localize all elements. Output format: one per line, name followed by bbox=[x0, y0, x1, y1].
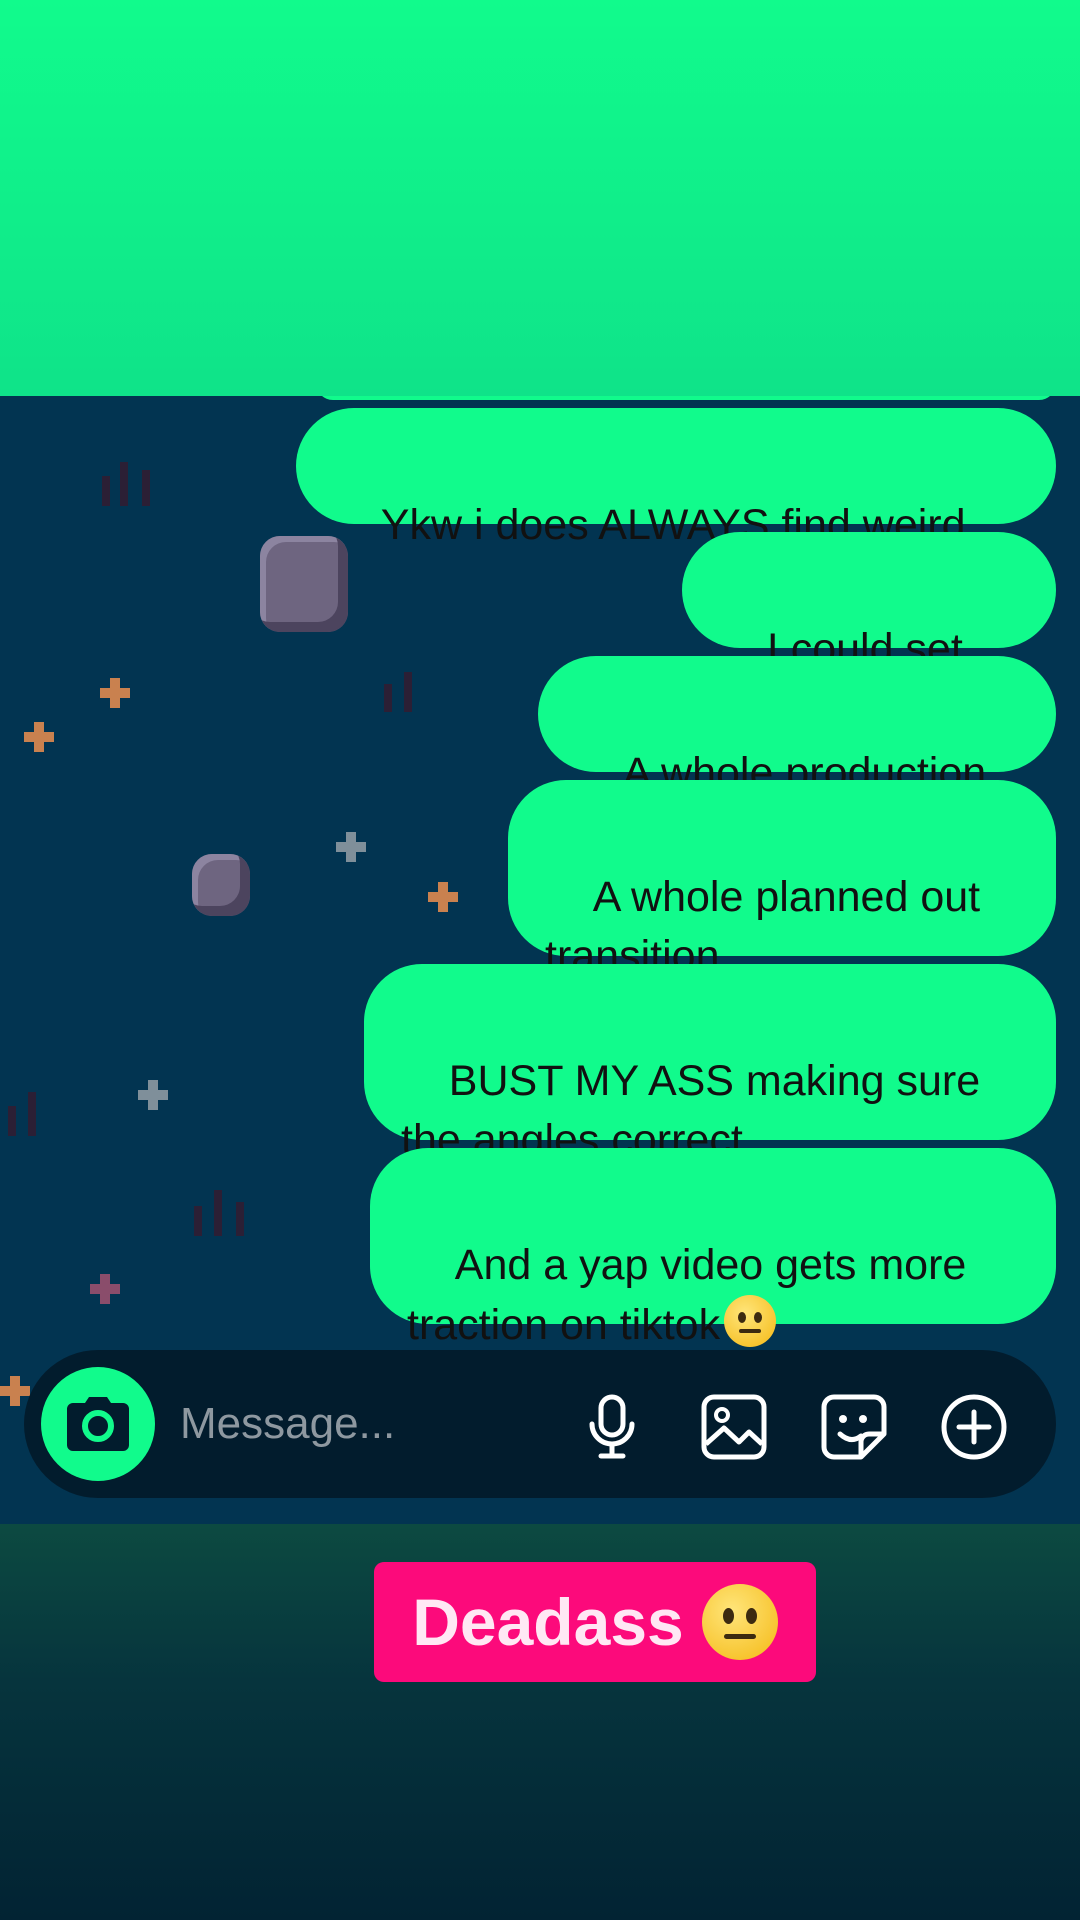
sticker-icon[interactable] bbox=[821, 1394, 887, 1460]
message-bubble[interactable]: BUST MY ASS making sure the angles corre… bbox=[364, 964, 1056, 1164]
camera-button[interactable] bbox=[41, 1367, 155, 1481]
caption-text: Deadass bbox=[412, 1585, 684, 1659]
grass-decoration bbox=[96, 456, 166, 506]
rock-decoration bbox=[192, 854, 250, 916]
message-bubble[interactable]: A whole planned out transition bbox=[508, 780, 1056, 980]
message-bubble[interactable]: And a yap video gets more traction on ti… bbox=[370, 1148, 1056, 1349]
sparkle-decoration bbox=[24, 722, 54, 752]
caption-sticker: Deadass bbox=[374, 1562, 816, 1682]
camera-icon bbox=[67, 1397, 129, 1451]
grass-decoration bbox=[0, 1086, 70, 1136]
grass-decoration bbox=[190, 1186, 260, 1236]
microphone-icon[interactable] bbox=[579, 1394, 645, 1460]
top-green-band bbox=[0, 0, 1080, 396]
message-bubble[interactable]: A whole production bbox=[538, 656, 1056, 797]
sparkle-decoration bbox=[0, 1376, 30, 1406]
neutral-face-emoji bbox=[701, 1584, 778, 1660]
message-bubble[interactable]: I could set up bbox=[682, 532, 1056, 732]
message-composer: Message... bbox=[24, 1350, 1056, 1498]
grass-decoration bbox=[378, 662, 448, 712]
message-bubble[interactable]: Ykw i does ALWAYS find weird bbox=[296, 408, 1056, 549]
message-input[interactable]: Message... bbox=[180, 1394, 560, 1454]
previous-message-bubble bbox=[316, 396, 1056, 400]
sparkle-decoration bbox=[138, 1080, 168, 1110]
sparkle-decoration bbox=[428, 882, 458, 912]
plus-icon[interactable] bbox=[941, 1394, 1007, 1460]
neutral-face-emoji bbox=[724, 1295, 777, 1347]
sparkle-decoration bbox=[90, 1274, 120, 1304]
message-text: And a yap video gets more traction on ti… bbox=[407, 1241, 967, 1349]
sparkle-decoration bbox=[100, 678, 130, 708]
gallery-icon[interactable] bbox=[701, 1394, 767, 1460]
sparkle-decoration bbox=[336, 832, 366, 862]
